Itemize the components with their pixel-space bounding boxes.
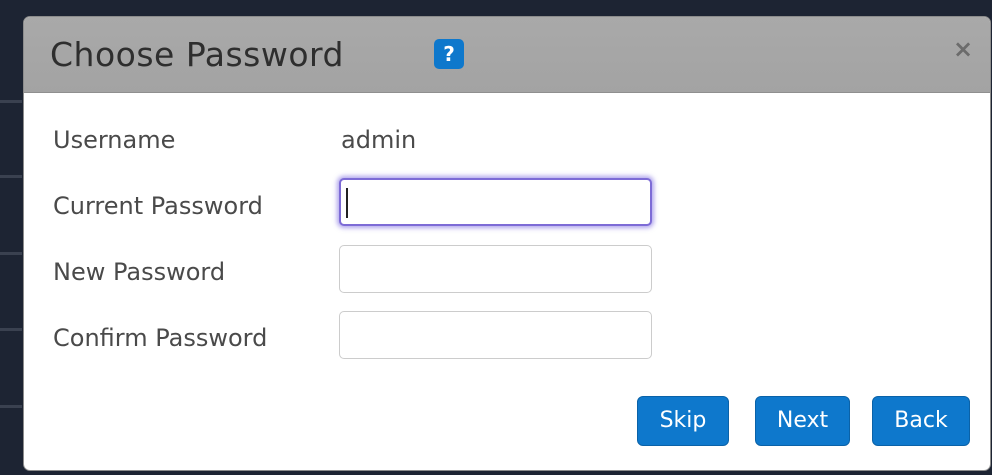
current-password-field[interactable] (339, 178, 652, 226)
close-icon[interactable]: × (953, 35, 973, 63)
new-password-label: New Password (53, 258, 226, 286)
backdrop-line (0, 405, 22, 408)
username-value: admin (341, 126, 417, 154)
backdrop-line (0, 100, 22, 103)
back-button[interactable]: Back (872, 396, 970, 446)
backdrop-line (0, 175, 22, 178)
next-button[interactable]: Next (755, 396, 850, 446)
text-caret (346, 188, 348, 218)
confirm-password-label: Confirm Password (53, 324, 268, 352)
new-password-field[interactable] (339, 245, 652, 293)
dialog-title: Choose Password (50, 35, 344, 74)
choose-password-dialog: Choose Password ? × Username admin Curre… (23, 16, 991, 471)
skip-button[interactable]: Skip (637, 396, 729, 446)
backdrop-line (0, 252, 22, 255)
dialog-titlebar: Choose Password ? × (24, 17, 990, 93)
current-password-label: Current Password (53, 192, 263, 220)
help-icon[interactable]: ? (434, 39, 464, 69)
backdrop-line (0, 328, 22, 331)
username-label: Username (53, 126, 176, 154)
confirm-password-field[interactable] (339, 311, 652, 359)
